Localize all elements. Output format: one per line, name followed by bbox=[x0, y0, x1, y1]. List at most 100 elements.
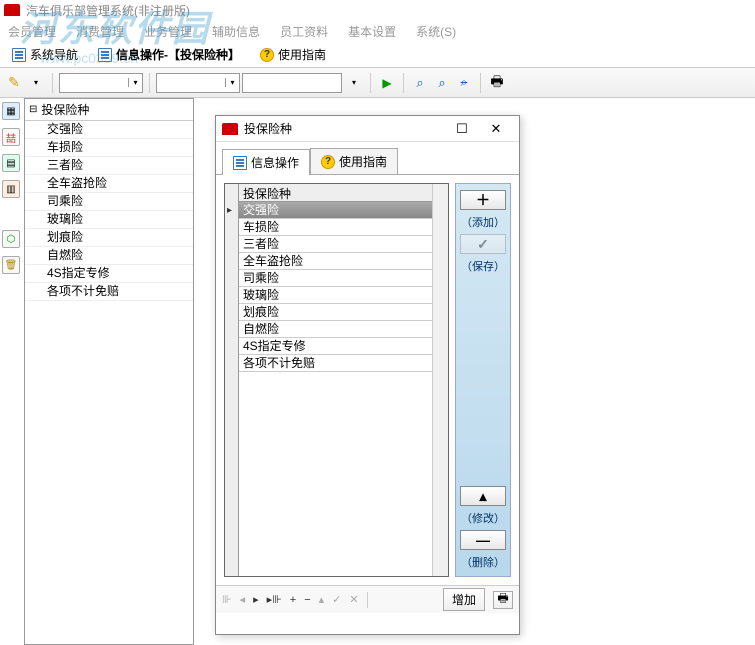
action-panel: ＋ （添加） ✓ （保存） ▴ （修改） — （删除） bbox=[455, 183, 511, 577]
dialog-tabs: 信息操作 ? 使用指南 bbox=[216, 142, 519, 175]
menu-settings[interactable]: 基本设置 bbox=[344, 21, 400, 42]
separator bbox=[480, 73, 481, 93]
tree-item[interactable]: 玻璃险 bbox=[25, 211, 193, 229]
filter-dropdown-1[interactable]: ▾ bbox=[59, 73, 143, 93]
tree-item[interactable]: 划痕险 bbox=[25, 229, 193, 247]
separator bbox=[52, 73, 53, 93]
grid-row[interactable]: 自燃险 bbox=[239, 321, 432, 338]
insurance-dialog: 投保险种 ☐ ✕ 信息操作 ? 使用指南 投保险种 交强险 车损险 三者险 全车… bbox=[215, 115, 520, 635]
tab-system-nav[interactable]: 系统导航 bbox=[4, 43, 86, 66]
tab-label: 使用指南 bbox=[278, 46, 326, 63]
separator bbox=[149, 73, 150, 93]
side-icon-6[interactable]: 🗑 bbox=[2, 256, 20, 274]
search-button-3[interactable]: ⌕ bbox=[454, 73, 474, 93]
grid-row[interactable]: 划痕险 bbox=[239, 304, 432, 321]
main-tab-bar: 系统导航 信息操作-【投保险种】 ? 使用指南 bbox=[0, 42, 755, 68]
tree-item[interactable]: 全车盗抢险 bbox=[25, 175, 193, 193]
grid-row[interactable]: 4S指定专修 bbox=[239, 338, 432, 355]
edit-button[interactable]: ✎ bbox=[4, 73, 24, 93]
tree-item[interactable]: 各项不计免赔 bbox=[25, 283, 193, 301]
nav-first[interactable]: ⊪ bbox=[222, 593, 232, 606]
menu-system[interactable]: 系统(S) bbox=[412, 21, 460, 42]
save-label: （保存） bbox=[461, 258, 505, 274]
grid-row[interactable]: 全车盗抢险 bbox=[239, 253, 432, 270]
nav-remove[interactable]: − bbox=[304, 594, 310, 606]
dialog-tab-info[interactable]: 信息操作 bbox=[222, 149, 310, 175]
grid: 投保险种 交强险 车损险 三者险 全车盗抢险 司乘险 玻璃险 划痕险 自燃险 4… bbox=[224, 183, 449, 577]
dialog-title: 投保险种 bbox=[244, 120, 445, 137]
app-icon bbox=[4, 4, 20, 16]
menu-consume[interactable]: 消费管理 bbox=[72, 21, 128, 42]
toolbar: ✎ ▾ ▾ ▾ ▾ ▶ ⌕ ⌕ ⌕ 🖶 bbox=[0, 68, 755, 98]
close-button[interactable]: ✕ bbox=[479, 119, 513, 139]
delete-button[interactable]: — bbox=[460, 530, 506, 550]
dialog-body: 投保险种 交强险 车损险 三者险 全车盗抢险 司乘险 玻璃险 划痕险 自燃险 4… bbox=[216, 175, 519, 585]
search-button-1[interactable]: ⌕ bbox=[410, 73, 430, 93]
menu-business[interactable]: 业务管理 bbox=[140, 21, 196, 42]
tree-item[interactable]: 车损险 bbox=[25, 139, 193, 157]
tree-header-label: 投保险种 bbox=[41, 101, 89, 118]
app-title: 汽车俱乐部管理系统(非注册版) bbox=[26, 2, 190, 19]
footer-add-button[interactable]: 增加 bbox=[443, 588, 485, 611]
doc-icon bbox=[233, 156, 247, 170]
filter-dropdown-2[interactable]: ▾ bbox=[156, 73, 240, 93]
tree-item[interactable]: 4S指定专修 bbox=[25, 265, 193, 283]
side-icon-4[interactable]: ▥ bbox=[2, 180, 20, 198]
grid-header[interactable]: 投保险种 bbox=[239, 184, 432, 202]
tree-item[interactable]: 自燃险 bbox=[25, 247, 193, 265]
search-input[interactable] bbox=[242, 73, 342, 93]
nav-confirm[interactable]: ✓ bbox=[332, 593, 341, 606]
run-button[interactable]: ▶ bbox=[377, 73, 397, 93]
dialog-tab-guide[interactable]: ? 使用指南 bbox=[310, 148, 398, 174]
nav-add[interactable]: + bbox=[290, 594, 296, 606]
menu-member[interactable]: 会员管理 bbox=[4, 21, 60, 42]
collapse-icon: ⊟ bbox=[29, 104, 37, 115]
side-icon-3[interactable]: ▤ bbox=[2, 154, 20, 172]
nav-cancel[interactable]: ✕ bbox=[349, 593, 358, 606]
tab-label: 系统导航 bbox=[30, 46, 78, 63]
modify-label: （修改） bbox=[461, 510, 505, 526]
nav-last[interactable]: ▸⊪ bbox=[267, 593, 282, 606]
grid-scrollbar[interactable] bbox=[432, 184, 448, 576]
tree-item[interactable]: 三者险 bbox=[25, 157, 193, 175]
menu-aux[interactable]: 辅助信息 bbox=[208, 21, 264, 42]
grid-row[interactable]: 各项不计免赔 bbox=[239, 355, 432, 372]
chevron-down-icon: ▾ bbox=[128, 78, 142, 87]
grid-gutter bbox=[225, 184, 239, 576]
nav-edit[interactable]: ▴ bbox=[319, 593, 325, 606]
delete-label: （删除） bbox=[461, 554, 505, 570]
nav-next[interactable]: ▸ bbox=[253, 593, 259, 606]
side-icon-5[interactable]: ⬡ bbox=[2, 230, 20, 248]
nav-prev[interactable]: ◂ bbox=[240, 593, 246, 606]
search-dropdown[interactable]: ▾ bbox=[344, 73, 364, 93]
dialog-titlebar[interactable]: 投保险种 ☐ ✕ bbox=[216, 116, 519, 142]
add-label: （添加） bbox=[461, 214, 505, 230]
search-button-2[interactable]: ⌕ bbox=[432, 73, 452, 93]
modify-button[interactable]: ▴ bbox=[460, 486, 506, 506]
spacer bbox=[2, 206, 22, 222]
tree-header[interactable]: ⊟ 投保险种 bbox=[25, 99, 193, 121]
tree-item[interactable]: 司乘险 bbox=[25, 193, 193, 211]
doc-icon bbox=[12, 48, 26, 62]
tab-info-operation[interactable]: 信息操作-【投保险种】 bbox=[90, 43, 248, 66]
edit-dropdown[interactable]: ▾ bbox=[26, 73, 46, 93]
grid-row[interactable]: 车损险 bbox=[239, 219, 432, 236]
menu-staff[interactable]: 员工资料 bbox=[276, 21, 332, 42]
footer-print-button[interactable]: 🖶 bbox=[493, 591, 513, 609]
grid-row[interactable]: 交强险 bbox=[239, 202, 432, 219]
grid-row[interactable]: 司乘险 bbox=[239, 270, 432, 287]
separator bbox=[370, 73, 371, 93]
maximize-button[interactable]: ☐ bbox=[445, 119, 479, 139]
help-icon: ? bbox=[321, 155, 335, 169]
tab-label: 使用指南 bbox=[339, 153, 387, 170]
dialog-icon bbox=[222, 123, 238, 135]
tab-usage-guide[interactable]: ? 使用指南 bbox=[252, 43, 334, 66]
tree-item[interactable]: 交强险 bbox=[25, 121, 193, 139]
side-icon-2[interactable]: 喆 bbox=[2, 128, 20, 146]
tab-label: 信息操作 bbox=[251, 154, 299, 171]
grid-row[interactable]: 玻璃险 bbox=[239, 287, 432, 304]
print-button[interactable]: 🖶 bbox=[487, 73, 507, 93]
side-icon-1[interactable]: ▦ bbox=[2, 102, 20, 120]
grid-row[interactable]: 三者险 bbox=[239, 236, 432, 253]
add-button[interactable]: ＋ bbox=[460, 190, 506, 210]
